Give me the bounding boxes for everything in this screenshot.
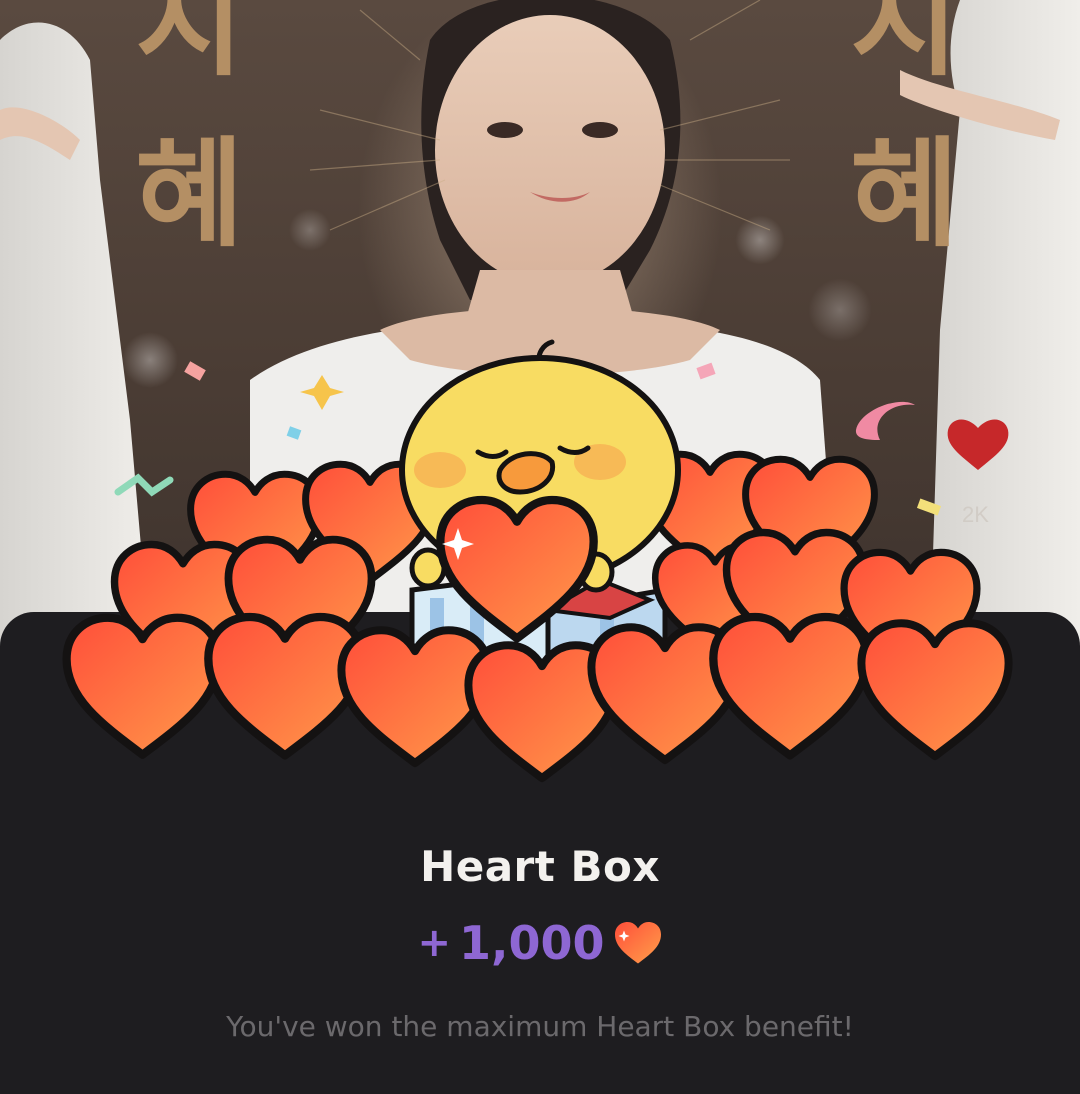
reward-amount: 1,000 bbox=[459, 916, 605, 970]
benefit-message: You've won the maximum Heart Box benefit… bbox=[226, 1010, 854, 1043]
reward-sign: + bbox=[417, 920, 451, 966]
heart-decoration bbox=[713, 617, 866, 755]
heart-icon bbox=[613, 920, 663, 966]
reward-amount-row: + 1,000 bbox=[0, 916, 1080, 970]
dialog-title: Heart Box bbox=[420, 842, 660, 891]
heart-decoration bbox=[67, 618, 219, 755]
heart-decoration bbox=[861, 623, 1008, 756]
heart-decoration bbox=[208, 617, 361, 755]
